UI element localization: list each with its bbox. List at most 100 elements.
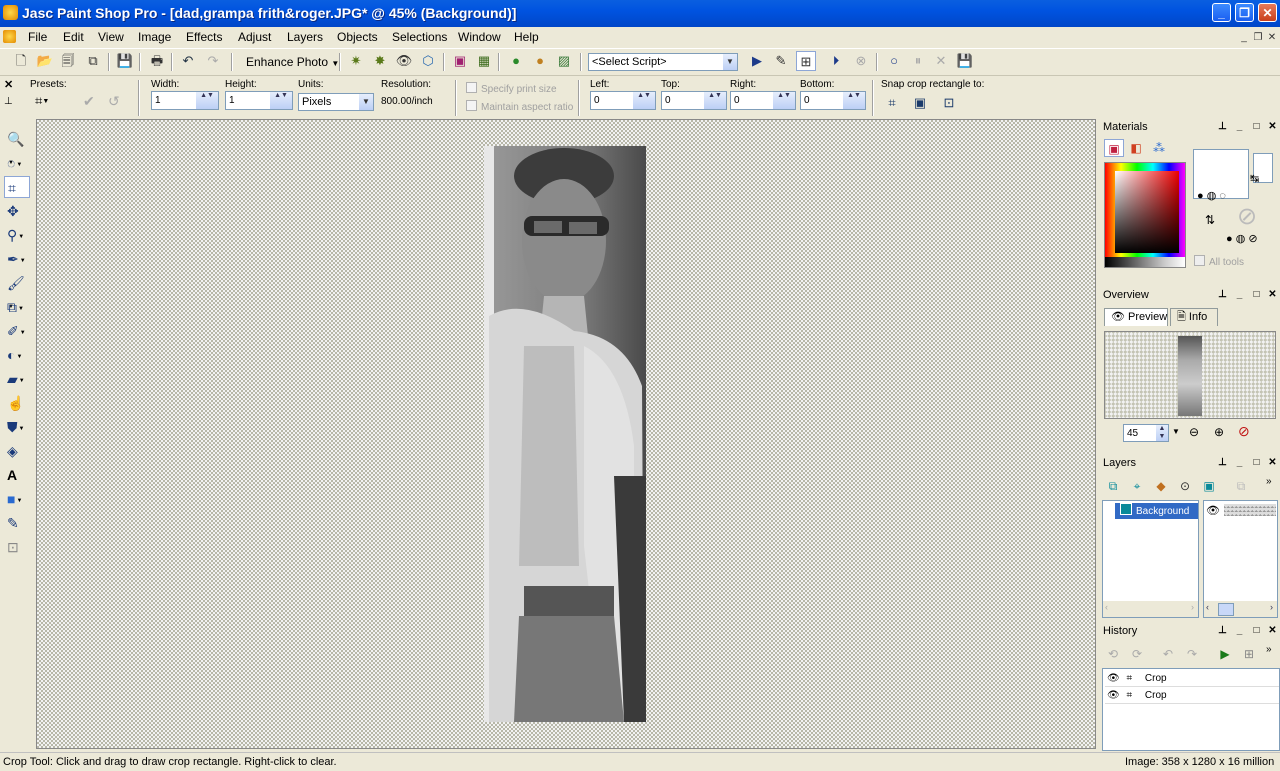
pause-recording-icon[interactable]: ⏸ — [908, 51, 928, 71]
menu-image[interactable]: Image — [138, 30, 171, 44]
menu-adjust[interactable]: Adjust — [238, 30, 271, 44]
start-recording-icon[interactable]: ○ — [884, 51, 904, 71]
scroll-right-icon[interactable]: › — [1270, 602, 1273, 612]
mdi-close-button[interactable]: ✕ — [1266, 33, 1278, 43]
minimize-icon[interactable]: _ — [1233, 288, 1246, 301]
swatch-tab-icon[interactable]: ▣ — [1104, 139, 1124, 157]
undo-icon[interactable]: ↶ — [1158, 645, 1178, 663]
object-selector-icon[interactable]: ⊡ — [4, 536, 30, 558]
menu-effects[interactable]: Effects — [186, 30, 222, 44]
saturation-field[interactable] — [1115, 171, 1179, 253]
magic-wand-icon[interactable]: ⚲▼ — [4, 224, 30, 246]
close-options-icon[interactable]: ✕ — [4, 78, 13, 91]
document-icon[interactable] — [3, 30, 16, 43]
minimize-icon[interactable]: _ — [1233, 456, 1246, 469]
new-mask-layer-icon[interactable]: ⊙ — [1175, 477, 1195, 495]
app-icon[interactable] — [3, 5, 18, 20]
select-script-combo[interactable]: <Select Script> ▼ — [588, 53, 738, 71]
smudge-icon[interactable]: ☝▼ — [4, 392, 30, 430]
scratch-remover-icon[interactable]: ✐▼ — [4, 320, 30, 342]
run-script-icon[interactable]: ▶ — [747, 51, 767, 71]
color-picker[interactable] — [1104, 162, 1186, 268]
minimize-button[interactable]: _ — [1212, 3, 1231, 22]
scroll-right-icon[interactable]: › — [1191, 602, 1194, 612]
snap-current-selection-icon[interactable]: ⌗ — [882, 93, 902, 113]
cancel-recording-icon[interactable]: ✕ — [931, 51, 951, 71]
pen-tool-icon[interactable]: ✎ — [4, 512, 30, 534]
close-icon[interactable]: ✕ — [1266, 288, 1279, 301]
minimize-icon[interactable]: _ — [1233, 624, 1246, 637]
material-mode-icons[interactable]: ● ◍ ⊘ — [1226, 232, 1258, 245]
maintain-aspect-ratio-checkbox[interactable]: Maintain aspect ratio — [466, 100, 573, 113]
spin-arrows-icon[interactable]: ▲▼ — [1156, 425, 1168, 441]
spin-arrows-icon[interactable]: ▲▼ — [196, 92, 218, 109]
maximize-button[interactable]: ❐ — [1235, 3, 1254, 22]
close-icon[interactable]: ✕ — [1266, 456, 1279, 469]
edit-script-icon[interactable]: ✎ — [771, 51, 791, 71]
layer-group-icon[interactable]: ▣ — [1199, 477, 1219, 495]
flood-fill-icon[interactable]: ◈ — [4, 440, 30, 462]
maximize-icon[interactable]: □ — [1250, 456, 1263, 469]
null-material-icon[interactable]: ⊘ — [1237, 202, 1257, 231]
new-raster-layer-icon[interactable]: ⧉ — [1103, 477, 1123, 495]
dropper-icon[interactable]: ✒▼ — [4, 248, 30, 270]
color-mode-icons[interactable]: ● ◍ ◌ — [1197, 189, 1226, 202]
grayscale-strip[interactable] — [1105, 257, 1185, 267]
zoom-actual-size-icon[interactable]: ⊘ — [1238, 423, 1250, 440]
visibility-eye-icon[interactable]: 👁 — [1206, 504, 1220, 517]
pin-icon[interactable]: ⊥ — [1216, 624, 1229, 637]
pin-icon[interactable]: ⊥ — [1216, 456, 1229, 469]
snap-merged-opaque-icon[interactable]: ⊡ — [939, 93, 959, 113]
red-eye-icon[interactable]: 👁 — [394, 51, 414, 71]
clarify-icon[interactable]: ✸ — [370, 51, 390, 71]
airbrush-icon[interactable]: ⛊▼ — [4, 416, 30, 438]
eraser-icon[interactable]: ▰▼ — [4, 368, 30, 390]
photo-image[interactable] — [484, 146, 646, 722]
right-input[interactable]: 0 ▲▼ — [730, 91, 796, 110]
zoom-in-icon[interactable]: ⊕ — [1214, 425, 1224, 439]
width-input[interactable]: 1 ▲▼ — [151, 91, 219, 110]
tab-preview[interactable]: 👁 Preview — [1104, 308, 1168, 326]
zoom-dropdown-icon[interactable]: ▼ — [1172, 427, 1180, 436]
spin-arrows-icon[interactable]: ▲▼ — [633, 92, 655, 109]
new-file-icon[interactable]: 🗋 — [11, 51, 31, 71]
history-item[interactable]: 👁 ⌗ Crop — [1105, 671, 1279, 687]
menu-help[interactable]: Help — [514, 30, 539, 44]
undo-icon[interactable]: ↶ — [178, 51, 198, 71]
redo-icon[interactable]: ↷ — [203, 51, 223, 71]
new-vector-layer-icon[interactable]: ⌖ — [1127, 477, 1147, 495]
close-icon[interactable]: ✕ — [1266, 624, 1279, 637]
green-effect-icon[interactable]: ● — [506, 51, 526, 71]
scroll-left-icon[interactable]: ‹ — [1206, 602, 1209, 612]
zoom-tool-icon[interactable]: 🔍▼ — [4, 128, 30, 166]
rainbow-tab-icon[interactable]: ◧ — [1126, 139, 1146, 157]
spin-arrows-icon[interactable]: ▲▼ — [270, 92, 292, 109]
paint-brush-icon[interactable]: 🖌▼ — [4, 272, 30, 310]
opacity-slider[interactable] — [1224, 504, 1276, 516]
left-input[interactable]: 0 ▲▼ — [590, 91, 656, 110]
dodge-icon[interactable]: ◐▼ — [4, 344, 30, 366]
zoom-out-icon[interactable]: ⊖ — [1189, 425, 1199, 439]
print-icon[interactable]: 🖶 — [147, 51, 167, 71]
layer-landscape-icon[interactable]: ▦ — [474, 51, 494, 71]
picture-frame-icon[interactable]: ▨ — [554, 51, 574, 71]
mdi-restore-button[interactable]: ❐ — [1252, 33, 1264, 43]
pin-icon[interactable]: ⊥ — [1216, 288, 1229, 301]
enhance-photo-menu[interactable]: Enhance Photo ▼ — [246, 55, 339, 69]
script-interactive-icon[interactable]: ⊞ — [796, 51, 816, 71]
rectangle-shape-icon[interactable]: ■▼ — [4, 488, 30, 510]
menu-file[interactable]: File — [28, 30, 47, 44]
save-script-icon[interactable]: ⊞ — [1239, 645, 1259, 663]
clone-brush-icon[interactable]: ⧉▼ — [4, 296, 30, 318]
delete-layer-icon[interactable]: ⧉ — [1231, 477, 1251, 495]
spin-arrows-icon[interactable]: ▲▼ — [843, 92, 865, 109]
quickscript-icon[interactable]: ▶ — [1215, 645, 1235, 663]
height-input[interactable]: 1 ▲▼ — [225, 91, 293, 110]
close-icon[interactable]: ✕ — [1266, 120, 1279, 133]
scroll-left-icon[interactable]: ‹ — [1105, 602, 1108, 612]
record-script-icon[interactable]: ⏵ — [826, 51, 846, 71]
zoom-input[interactable]: 45 ▲ ▼ — [1123, 424, 1169, 442]
mdi-minimize-button[interactable]: _ — [1238, 33, 1250, 43]
swap-materials-icon[interactable]: ⇅ — [1205, 213, 1215, 227]
properties-hscrollbar[interactable]: ‹ › — [1204, 601, 1277, 617]
